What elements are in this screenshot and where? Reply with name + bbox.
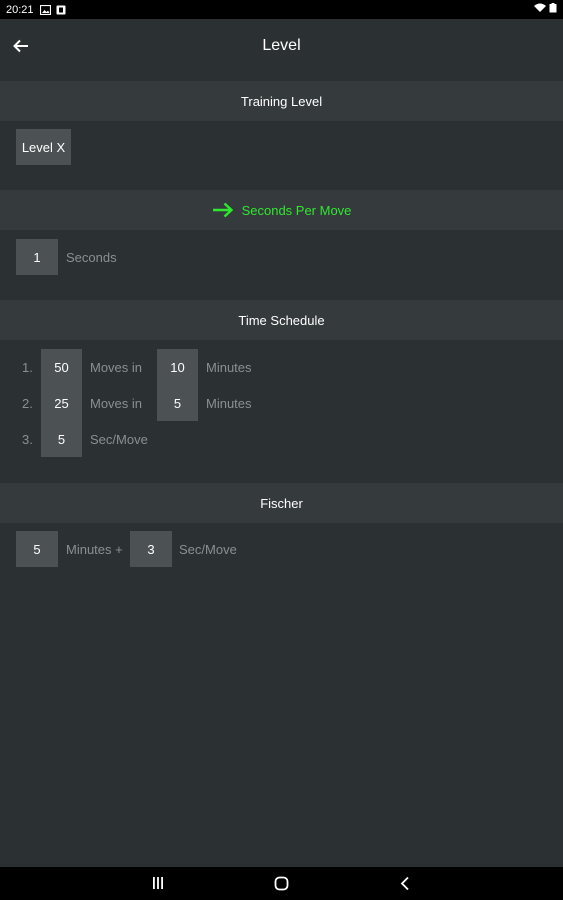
schedule-row-3-index: 3. (22, 431, 33, 447)
image-icon (39, 4, 51, 15)
seconds-per-move-value[interactable]: 1 (16, 239, 58, 275)
schedule-row-2-index: 2. (22, 395, 33, 411)
fischer-title: Fischer (260, 495, 303, 511)
status-bar: 20:21 (0, 0, 563, 19)
schedule-row-3-seconds[interactable]: 5 (41, 421, 82, 457)
arrow-left-icon[interactable] (10, 35, 32, 57)
training-level-header: Training Level (0, 81, 563, 121)
schedule-row-1-minutes-label: Minutes (206, 359, 252, 375)
notification-icon (56, 5, 66, 15)
status-time: 20:21 (6, 3, 34, 16)
wifi-icon (534, 3, 546, 16)
fischer-minutes-label: Minutes + (66, 541, 123, 557)
schedule-row-1-minutes[interactable]: 10 (157, 349, 198, 385)
time-schedule-title: Time Schedule (238, 312, 325, 328)
seconds-per-move-header[interactable]: Seconds Per Move (0, 190, 563, 230)
navigation-bar (0, 867, 563, 900)
schedule-row-2-minutes-label: Minutes (206, 395, 252, 411)
schedule-row-3-seconds-label: Sec/Move (90, 431, 148, 447)
level-select-button[interactable]: Level X (16, 129, 71, 165)
app-bar: Level (0, 19, 563, 72)
home-icon[interactable] (274, 876, 289, 891)
fischer-minutes[interactable]: 5 (16, 531, 58, 567)
seconds-per-move-title: Seconds Per Move (241, 202, 352, 218)
schedule-row-1-index: 1. (22, 359, 33, 375)
fischer-increment[interactable]: 3 (130, 531, 172, 567)
seconds-label: Seconds (66, 249, 117, 265)
fischer-header[interactable]: Fischer (0, 483, 563, 523)
page-title: Level (262, 36, 301, 54)
time-schedule-header[interactable]: Time Schedule (0, 300, 563, 340)
recents-icon[interactable] (151, 876, 165, 890)
schedule-row-1-moves[interactable]: 50 (41, 349, 82, 385)
schedule-row-2-minutes[interactable]: 5 (157, 385, 198, 421)
fischer-increment-label: Sec/Move (179, 541, 237, 557)
training-level-title: Training Level (240, 93, 323, 109)
schedule-row-2-moves[interactable]: 25 (41, 385, 82, 421)
schedule-row-2-moves-label: Moves in (90, 395, 143, 411)
schedule-row-1-moves-label: Moves in (90, 359, 143, 375)
battery-icon (549, 3, 557, 16)
arrow-right-icon (212, 202, 234, 218)
back-icon[interactable] (399, 876, 411, 891)
